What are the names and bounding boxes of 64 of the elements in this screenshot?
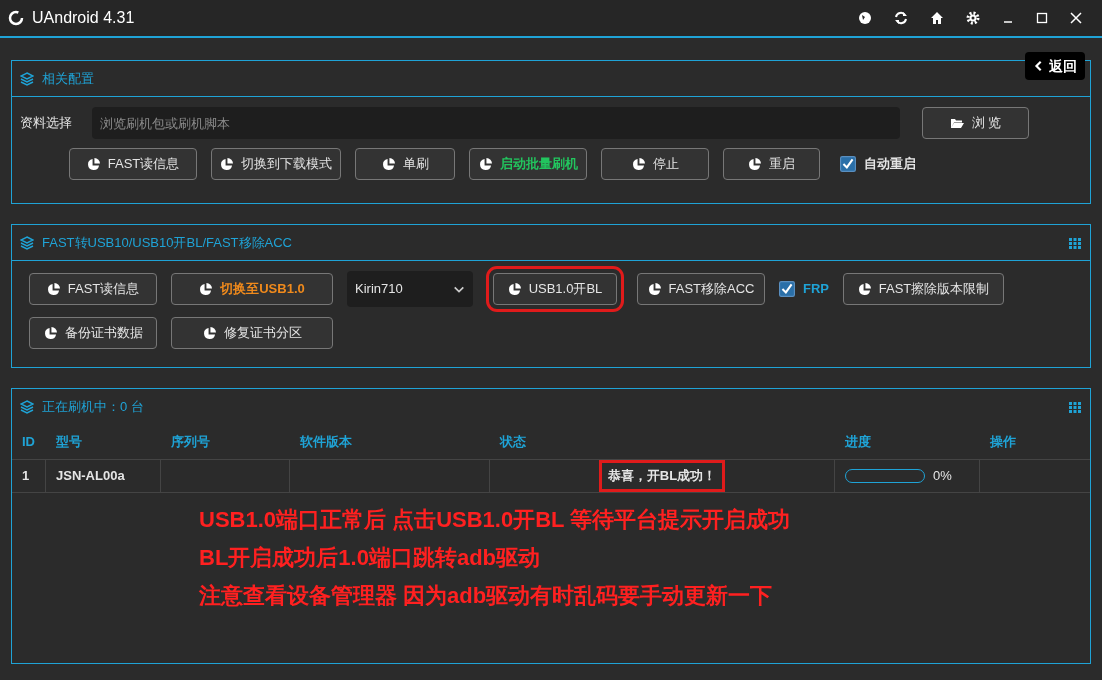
annotation-text: BL开启成功后1.0端口跳转adb驱动: [199, 544, 542, 572]
table-cell-text: 1: [22, 467, 30, 486]
close-icon[interactable]: [1070, 12, 1082, 24]
checkbox[interactable]: [779, 281, 795, 297]
column-header: 软件版本: [299, 433, 353, 452]
pie-chart-icon: [631, 157, 645, 171]
folder-icon: [949, 116, 964, 130]
action-button[interactable]: 停止: [601, 148, 709, 180]
column-header: 序列号: [170, 433, 211, 452]
window-title: UAndroid 4.31: [32, 8, 135, 28]
home-icon[interactable]: [930, 11, 944, 25]
annotation-text: USB1.0端口正常后 点击USB1.0开BL 等待平台提示开启成功: [199, 506, 792, 534]
action-button[interactable]: 单刷: [355, 148, 455, 180]
panel-title: 正在刷机中：0 台: [42, 398, 144, 417]
grid-icon: [1068, 235, 1082, 250]
column-header: 型号: [55, 433, 83, 452]
pie-chart-icon: [86, 157, 100, 171]
pie-chart-icon: [381, 157, 395, 171]
chip-dropdown[interactable]: Kirin710: [347, 271, 473, 307]
status-text: 恭喜，开BL成功！: [598, 460, 726, 492]
panel-title: FAST转USB10/USB10开BL/FAST移除ACC: [42, 233, 292, 252]
action-button[interactable]: FAST移除ACC: [637, 273, 765, 305]
pie-chart-icon: [748, 157, 761, 171]
settings-icon[interactable]: [966, 11, 980, 25]
pie-chart-icon: [43, 326, 57, 340]
action-button[interactable]: FAST读信息: [69, 148, 197, 180]
pie-chart-icon: [199, 282, 213, 296]
layers-icon: [20, 235, 34, 250]
checkbox[interactable]: [840, 156, 856, 172]
action-button[interactable]: FAST擦除版本限制: [843, 273, 1004, 305]
pie-chart-icon: [647, 282, 661, 296]
pie-chart-icon: [202, 326, 216, 340]
column-header: 操作: [989, 433, 1017, 452]
browse-button[interactable]: 浏 览: [922, 107, 1029, 139]
action-button[interactable]: FAST读信息: [29, 273, 157, 305]
file-path-field[interactable]: 浏览刷机包或刷机脚本: [92, 107, 900, 139]
checkbox-label: FRP: [803, 280, 829, 299]
action-button[interactable]: 备份证书数据: [29, 317, 157, 349]
refresh-icon[interactable]: [894, 11, 908, 25]
layers-icon: [20, 400, 34, 414]
action-button[interactable]: 启动批量刷机: [469, 148, 587, 180]
app-logo-icon: [8, 10, 24, 26]
progress-text: 0%: [933, 467, 952, 486]
panel-title: 相关配置: [42, 69, 94, 88]
action-button[interactable]: 重启: [723, 148, 820, 180]
column-header: ID: [21, 433, 36, 452]
file-label: 资料选择: [20, 114, 73, 133]
maximize-icon[interactable]: [1036, 12, 1048, 24]
annotation-text: 注意查看设备管理器 因为adb驱动有时乱码要手动更新一下: [199, 582, 774, 610]
pie-chart-icon: [478, 157, 492, 171]
back-button[interactable]: 返回: [1025, 52, 1085, 80]
pie-chart-icon: [507, 282, 521, 296]
grid-icon: [1068, 400, 1082, 414]
action-button[interactable]: 切换到下载模式: [211, 148, 341, 180]
pie-chart-icon: [46, 282, 60, 296]
pie-chart-icon: [220, 157, 233, 171]
table-cell-text: JSN-AL00a: [56, 467, 125, 486]
column-header: 进度: [844, 433, 872, 452]
checkbox-label: 自动重启: [864, 155, 916, 174]
action-button[interactable]: 修复证书分区: [171, 317, 333, 349]
layers-icon: [20, 71, 34, 86]
pie-chart-icon: [857, 282, 871, 296]
action-button[interactable]: 切换至USB1.0: [171, 273, 333, 305]
column-header: 状态: [498, 433, 527, 452]
